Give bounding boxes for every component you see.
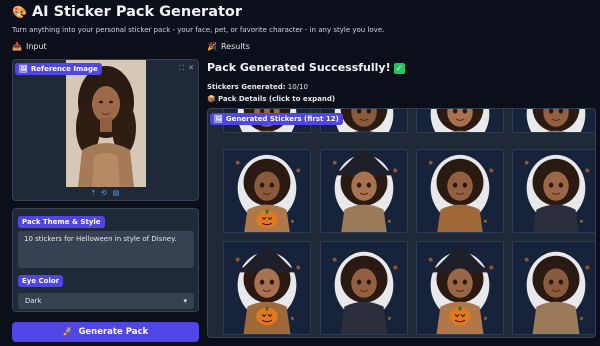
clipboard-icon[interactable]: ▤ [113, 189, 120, 197]
theme-textarea[interactable]: 10 stickers for Helloween in style of Di… [18, 231, 194, 268]
stickers-count-label: Stickers Generated: [207, 83, 286, 91]
status-heading: Pack Generated Successfully! ✓ [207, 61, 405, 74]
sticker-thumbnail[interactable] [512, 241, 595, 335]
gallery-label: 🖼 Generated Stickers (first 12) [210, 113, 343, 125]
share-icon[interactable]: ⟲ [101, 189, 107, 197]
pack-details-toggle[interactable]: 📦 Pack Details (click to expand) [207, 95, 335, 103]
sticker-gallery: 🖼 Generated Stickers (first 12) [207, 108, 596, 338]
image-toolbar: ⤒ ⟲ ▤ [13, 187, 198, 199]
reference-image-upload[interactable]: 🖼 Reference Image ⛶ ✕ ⤒ ⟲ ▤ [12, 59, 199, 201]
upload-icon[interactable]: ⤒ [92, 189, 95, 198]
image-icon: 🖼 [19, 65, 28, 73]
close-icon[interactable]: ✕ [188, 64, 194, 73]
theme-panel: Pack Theme & Style 10 stickers for Hello… [12, 208, 199, 312]
sticker-thumbnail[interactable] [416, 149, 504, 233]
eye-color-value: Dark [25, 297, 42, 305]
input-section-label: 📥 Input [12, 42, 47, 51]
rocket-icon: 🚀 [62, 327, 74, 337]
app-title: 🎨 AI Sticker Pack Generator [12, 1, 242, 23]
reference-photo [66, 60, 146, 187]
party-icon: 🎉 [207, 42, 217, 51]
results-section-label: 🎉 Results [207, 42, 250, 51]
sticker-thumbnail[interactable] [320, 241, 408, 335]
generate-pack-button[interactable]: 🚀 Generate Pack [12, 322, 199, 342]
app-subtitle: Turn anything into your personal sticker… [12, 26, 385, 34]
package-icon: 📦 [207, 95, 216, 103]
sticker-thumbnail[interactable] [320, 149, 408, 233]
theme-label: Pack Theme & Style [18, 216, 105, 228]
fullscreen-icon[interactable]: ⛶ [179, 64, 184, 73]
sticker-thumbnail[interactable] [512, 149, 595, 233]
sticker-thumbnail[interactable] [512, 109, 595, 133]
palette-icon: 🎨 [12, 5, 27, 19]
sticker-thumbnail[interactable] [416, 109, 504, 133]
image-corner-tools: ⛶ ✕ [179, 64, 194, 73]
image-icon: 🖼 [214, 115, 223, 123]
check-icon: ✓ [393, 62, 405, 74]
caret-down-icon: ▾ [183, 297, 187, 305]
inbox-icon: 📥 [12, 42, 22, 51]
reference-image-label: 🖼 Reference Image [15, 63, 102, 75]
sticker-thumbnail[interactable] [223, 241, 311, 335]
eye-color-label: Eye Color [18, 275, 64, 287]
stickers-count: Stickers Generated: 10/10 [207, 83, 308, 91]
sticker-thumbnail[interactable] [416, 241, 504, 335]
stickers-count-value: 10/10 [287, 83, 308, 91]
eye-color-dropdown[interactable]: Dark ▾ [18, 293, 194, 309]
sticker-thumbnail[interactable] [223, 149, 311, 233]
app-title-text: AI Sticker Pack Generator [31, 4, 243, 20]
